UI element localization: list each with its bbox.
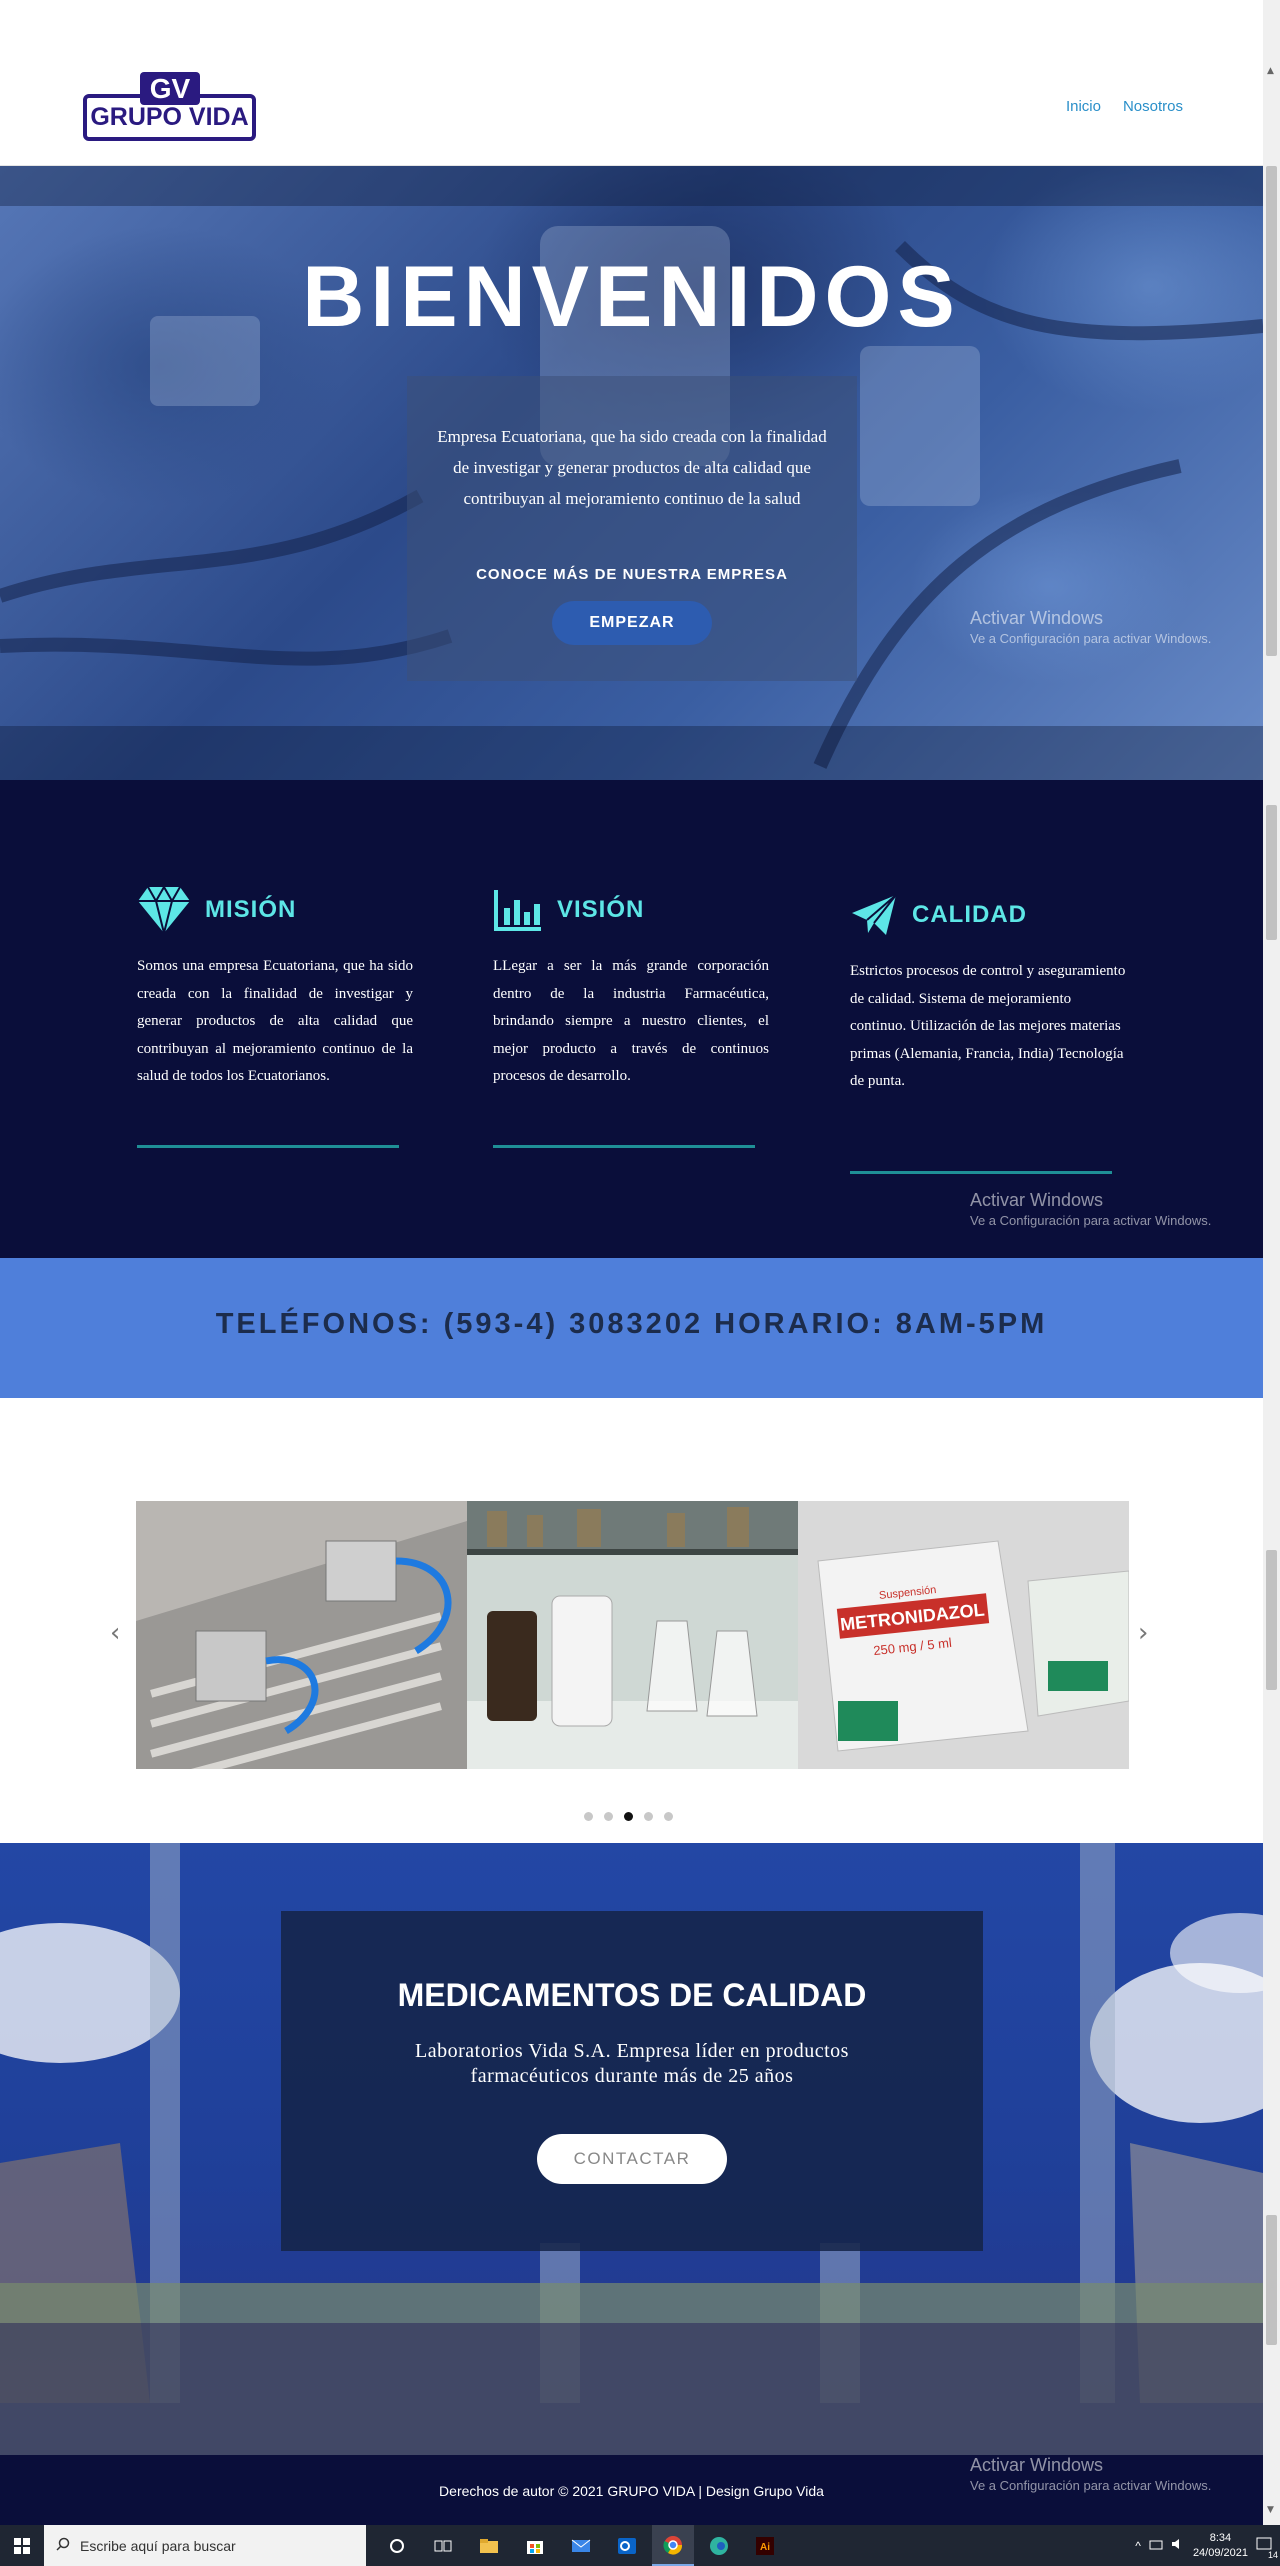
feature-divider: [137, 1145, 399, 1148]
features-section: MISIÓN Somos una empresa Ecuatoriana, qu…: [0, 780, 1263, 1258]
edge-icon[interactable]: [698, 2525, 740, 2566]
system-tray: ^ 8:34 24/09/2021 14: [1135, 2525, 1280, 2566]
chevron-up-icon[interactable]: ^: [1135, 2539, 1141, 2553]
taskbar-search-box[interactable]: Escribe aquí para buscar: [44, 2525, 366, 2566]
carousel-dot[interactable]: [584, 1812, 593, 1821]
metronidazol-box-image: Suspensión METRONIDAZOL 250 mg / 5 ml: [798, 1501, 1129, 1769]
bar-chart-icon: [494, 890, 541, 931]
mail-icon[interactable]: [560, 2525, 602, 2566]
contact-band: TELÉFONOS: (593-4) 3083202 HORARIO: 8AM-…: [0, 1258, 1263, 1398]
hero-title: BIENVENIDOS: [302, 249, 961, 345]
volume-icon[interactable]: [1171, 2538, 1185, 2553]
quality-subtitle: Laboratorios Vida S.A. Empresa líder en …: [415, 2040, 849, 2087]
phones-schedule-text: TELÉFONOS: (593-4) 3083202 HORARIO: 8AM-…: [215, 1308, 1048, 1340]
logo-initials: GV: [140, 72, 200, 105]
site-footer: Derechos de autor © 2021 GRUPO VIDA | De…: [0, 2455, 1263, 2525]
main-nav: Inicio Nosotros: [1066, 98, 1183, 115]
clock-time: 8:34: [1209, 2531, 1232, 2544]
watermark-subtitle: Ve a Configuración para activar Windows.: [970, 631, 1212, 646]
quality-title: MEDICAMENTOS DE CALIDAD: [397, 1977, 867, 2013]
grupo-vida-logo[interactable]: GRUPO VIDA GV: [83, 72, 256, 141]
scroll-up-icon[interactable]: ▲: [1267, 66, 1274, 76]
activate-windows-watermark: Activar Windows Ve a Configuración para …: [970, 608, 1211, 646]
feature-text: Somos una empresa Ecuatoriana, que ha si…: [137, 958, 413, 1084]
carousel-dots: [584, 1812, 673, 1821]
start-button[interactable]: EMPEZAR: [552, 601, 712, 645]
carousel-prev-icon[interactable]: ‹: [110, 1618, 120, 1648]
illustrator-icon[interactable]: Ai: [744, 2525, 786, 2566]
activate-windows-watermark: Activar Windows Ve a Configuración para …: [970, 1190, 1211, 1228]
nav-link-nosotros[interactable]: Nosotros: [1123, 98, 1183, 115]
nav-link-inicio[interactable]: Inicio: [1066, 98, 1101, 115]
carousel-slides: Suspensión METRONIDAZOL 250 mg / 5 ml: [136, 1501, 1129, 1769]
watermark-subtitle: Ve a Configuración para activar Windows.: [970, 2478, 1212, 2493]
hero-description: Empresa Ecuatoriana, que ha sido creada …: [437, 427, 827, 508]
watermark-title: Activar Windows: [970, 2455, 1104, 2475]
quality-panel: MEDICAMENTOS DE CALIDAD Laboratorios Vid…: [281, 1911, 983, 2251]
carousel-dot-active[interactable]: [624, 1812, 633, 1821]
feature-title: VISIÓN: [557, 896, 645, 923]
carousel-dot[interactable]: [644, 1812, 653, 1821]
page: GRUPO VIDA GV Inicio Nosotros BIENVENIDO…: [0, 0, 1280, 2566]
hero-section: BIENVENIDOS Empresa Ecuatoriana, que ha …: [0, 166, 1263, 780]
carousel-dot[interactable]: [604, 1812, 613, 1821]
hero-subtitle: CONOCE MÁS DE NUESTRA EMPRESA: [476, 566, 788, 583]
page-scrollbar[interactable]: ▲ ▼: [1263, 0, 1280, 2525]
feature-calidad: CALIDAD Estrictos procesos de control y …: [850, 890, 1126, 1096]
scroll-thumb[interactable]: [1266, 805, 1277, 940]
task-view-icon[interactable]: [422, 2525, 464, 2566]
cortana-icon[interactable]: [376, 2525, 418, 2566]
activate-windows-watermark: Activar Windows Ve a Configuración para …: [970, 2455, 1211, 2493]
taskbar-clock[interactable]: 8:34 24/09/2021: [1193, 2531, 1248, 2561]
laboratory-glassware-image: [467, 1501, 798, 1769]
scroll-down-icon[interactable]: ▼: [1267, 2505, 1274, 2515]
notifications-count: 14: [1267, 2550, 1278, 2560]
feature-divider: [493, 1145, 755, 1148]
image-carousel: ‹ Suspensión METRONIDAZOL 250 mg / 5 ml …: [0, 1398, 1263, 1843]
chrome-icon[interactable]: [652, 2525, 694, 2566]
clock-date: 24/09/2021: [1192, 2546, 1248, 2559]
feature-title: MISIÓN: [205, 896, 297, 923]
network-icon[interactable]: [1149, 2538, 1163, 2553]
feature-text: LLegar a ser la más grande corporación d…: [493, 958, 769, 1084]
svg-text:Ai: Ai: [760, 2542, 770, 2553]
watermark-title: Activar Windows: [970, 1190, 1104, 1210]
feature-vision: VISIÓN LLegar a ser la más grande corpor…: [493, 885, 769, 1091]
carousel-next-icon[interactable]: ›: [1138, 1618, 1148, 1648]
carousel-dot[interactable]: [664, 1812, 673, 1821]
scroll-thumb[interactable]: [1266, 1550, 1277, 1690]
hero-panel: Empresa Ecuatoriana, que ha sido creada …: [407, 376, 857, 681]
watermark-title: Activar Windows: [970, 608, 1104, 628]
paper-plane-icon: [852, 894, 897, 935]
feature-divider: [850, 1171, 1112, 1174]
site-header: GRUPO VIDA GV Inicio Nosotros: [0, 0, 1263, 166]
quality-section: MEDICAMENTOS DE CALIDAD Laboratorios Vid…: [0, 1843, 1263, 2455]
feature-mision: MISIÓN Somos una empresa Ecuatoriana, qu…: [137, 885, 413, 1091]
contact-button[interactable]: CONTACTAR: [537, 2134, 727, 2184]
feature-title: CALIDAD: [912, 901, 1027, 928]
packaging-machine-image: [136, 1501, 467, 1769]
store-icon[interactable]: [514, 2525, 556, 2566]
search-placeholder: Escribe aquí para buscar: [80, 2537, 236, 2554]
watermark-subtitle: Ve a Configuración para activar Windows.: [970, 1213, 1212, 1228]
taskbar-apps: Ai: [376, 2525, 786, 2566]
scroll-thumb[interactable]: [1266, 2215, 1277, 2345]
windows-taskbar: Escribe aquí para buscar Ai ^ 8:34 24/09…: [0, 2525, 1280, 2566]
diamond-icon: [138, 885, 190, 934]
outlook-icon[interactable]: [606, 2525, 648, 2566]
search-icon: [56, 2537, 70, 2554]
scroll-thumb[interactable]: [1266, 166, 1277, 656]
feature-text: Estrictos procesos de control y aseguram…: [850, 963, 1126, 1089]
windows-start-icon[interactable]: [0, 2525, 44, 2566]
file-explorer-icon[interactable]: [468, 2525, 510, 2566]
notifications-icon[interactable]: 14: [1256, 2537, 1278, 2560]
